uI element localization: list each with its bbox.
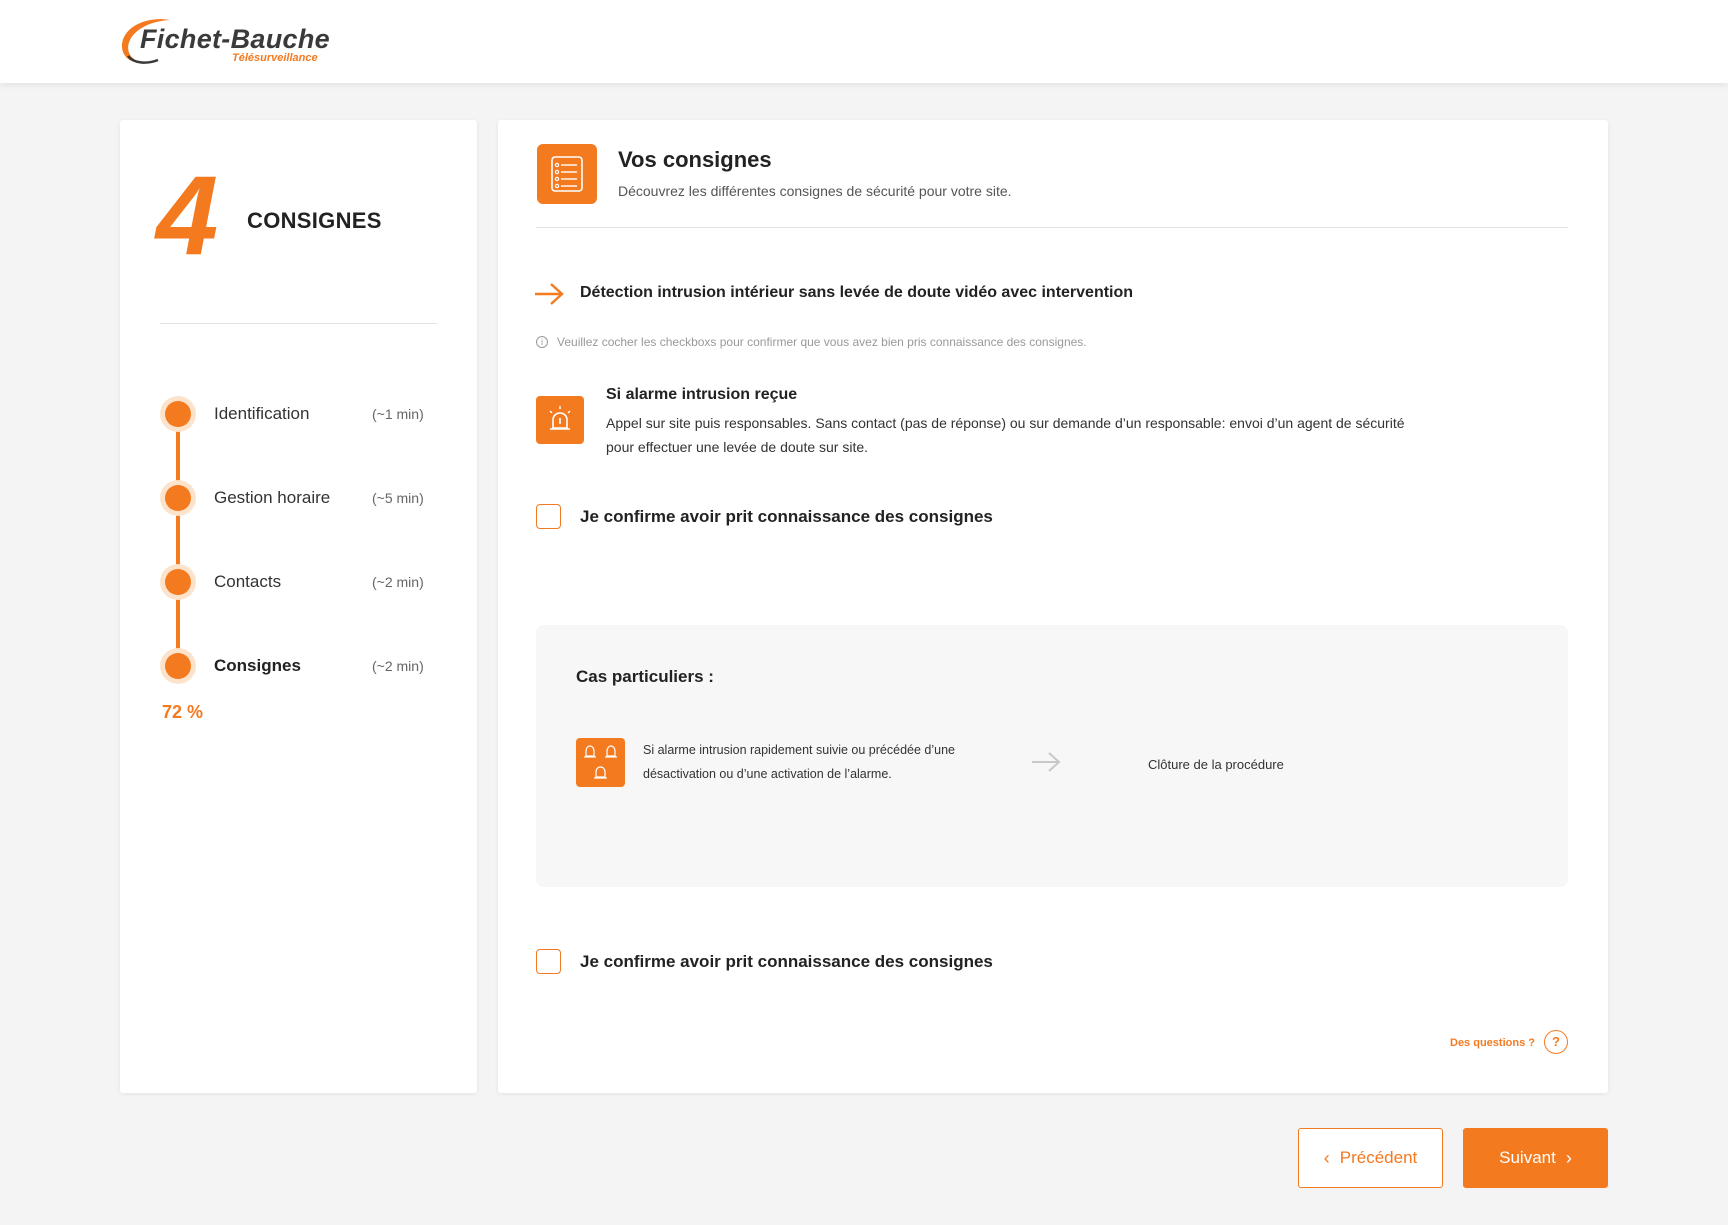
step-contacts[interactable]: Contacts (~2 min) <box>160 564 450 600</box>
info-icon: i <box>536 336 548 348</box>
step-dot <box>160 396 196 432</box>
page-title: Vos consignes <box>618 147 772 172</box>
info-text: Veuillez cocher les checkboxs pour confi… <box>557 335 1087 349</box>
special-cases-title: Cas particuliers : <box>576 667 714 686</box>
step-dot <box>160 564 196 600</box>
case-description: Si alarme intrusion rapidement suivie ou… <box>643 743 955 781</box>
divider <box>160 323 437 324</box>
top-bar: Fichet-Bauche Télésurveillance <box>0 0 1728 83</box>
confirm-checkbox[interactable] <box>536 504 561 529</box>
siren-icon <box>536 396 584 444</box>
questions-text[interactable]: Des questions ? <box>1450 1037 1535 1049</box>
divider <box>536 227 1568 228</box>
arrow-right-icon <box>535 283 564 305</box>
step-number: 4 <box>156 153 219 278</box>
progress-percent: 72 % <box>162 702 204 722</box>
step-gestion-horaire[interactable]: Gestion horaire (~5 min) <box>160 480 450 516</box>
step-title: CONSIGNES <box>247 208 382 233</box>
previous-button[interactable]: ‹ Précédent <box>1298 1128 1443 1188</box>
case-result: Clôture de la procédure <box>1148 757 1284 772</box>
step-dot <box>160 480 196 516</box>
help-question-icon[interactable]: ? <box>1544 1030 1568 1054</box>
special-cases-box: Cas particuliers : Si alarme intrusion r… <box>536 625 1568 887</box>
step-label: Gestion horaire <box>214 488 331 507</box>
main-panel: Vos consignes Découvrez les différentes … <box>498 120 1608 1093</box>
next-button[interactable]: Suivant › <box>1463 1128 1608 1188</box>
confirm-checkbox[interactable] <box>536 949 561 974</box>
step-label: Contacts <box>214 572 282 591</box>
confirm-label[interactable]: Je confirme avoir prit connaissance des … <box>580 507 993 527</box>
alarm-title: Si alarme intrusion reçue <box>606 386 798 403</box>
step-time: (~2 min) <box>372 574 424 590</box>
page-subtitle: Découvrez les différentes consignes de s… <box>618 183 1012 199</box>
next-label: Suivant <box>1499 1148 1556 1167</box>
step-consignes[interactable]: Consignes (~2 min) <box>160 648 450 684</box>
confirm-checkbox-row-2[interactable]: Je confirme avoir prit connaissance des … <box>536 949 1136 975</box>
chevron-right-icon: › <box>1565 1148 1572 1168</box>
step-sidebar: 4 CONSIGNES Identification (~1 min) Gest… <box>120 120 477 1093</box>
step-time: (~2 min) <box>372 658 424 674</box>
detection-heading: Détection intrusion intérieur sans levée… <box>534 280 1434 310</box>
logo-text: Fichet-Bauche <box>140 24 330 54</box>
confirm-checkbox-row-1[interactable]: Je confirme avoir prit connaissance des … <box>536 504 1136 530</box>
arrow-right-icon <box>1032 752 1061 772</box>
step-time: (~1 min) <box>372 406 424 422</box>
timeline-line <box>176 414 180 668</box>
confirm-label[interactable]: Je confirme avoir prit connaissance des … <box>580 952 993 972</box>
step-dot <box>160 648 196 684</box>
step-identification[interactable]: Identification (~1 min) <box>160 396 450 432</box>
step-label: Consignes <box>214 656 301 675</box>
info-notice: i Veuillez cocher les checkboxs pour con… <box>536 334 1236 352</box>
alarm-description: Appel sur site puis responsables. Sans c… <box>606 415 1405 455</box>
alarm-toggle-icon <box>576 738 625 787</box>
step-time: (~5 min) <box>372 490 424 506</box>
help-link[interactable]: Des questions ? ? <box>1450 1030 1570 1056</box>
brand-logo[interactable]: Fichet-Bauche Télésurveillance <box>118 16 333 68</box>
checklist-icon <box>537 144 597 204</box>
logo-tagline: Télésurveillance <box>232 52 318 64</box>
chevron-left-icon: ‹ <box>1323 1148 1330 1168</box>
previous-label: Précédent <box>1339 1148 1418 1167</box>
step-label: Identification <box>214 404 310 423</box>
detection-title: Détection intrusion intérieur sans levée… <box>580 284 1134 301</box>
